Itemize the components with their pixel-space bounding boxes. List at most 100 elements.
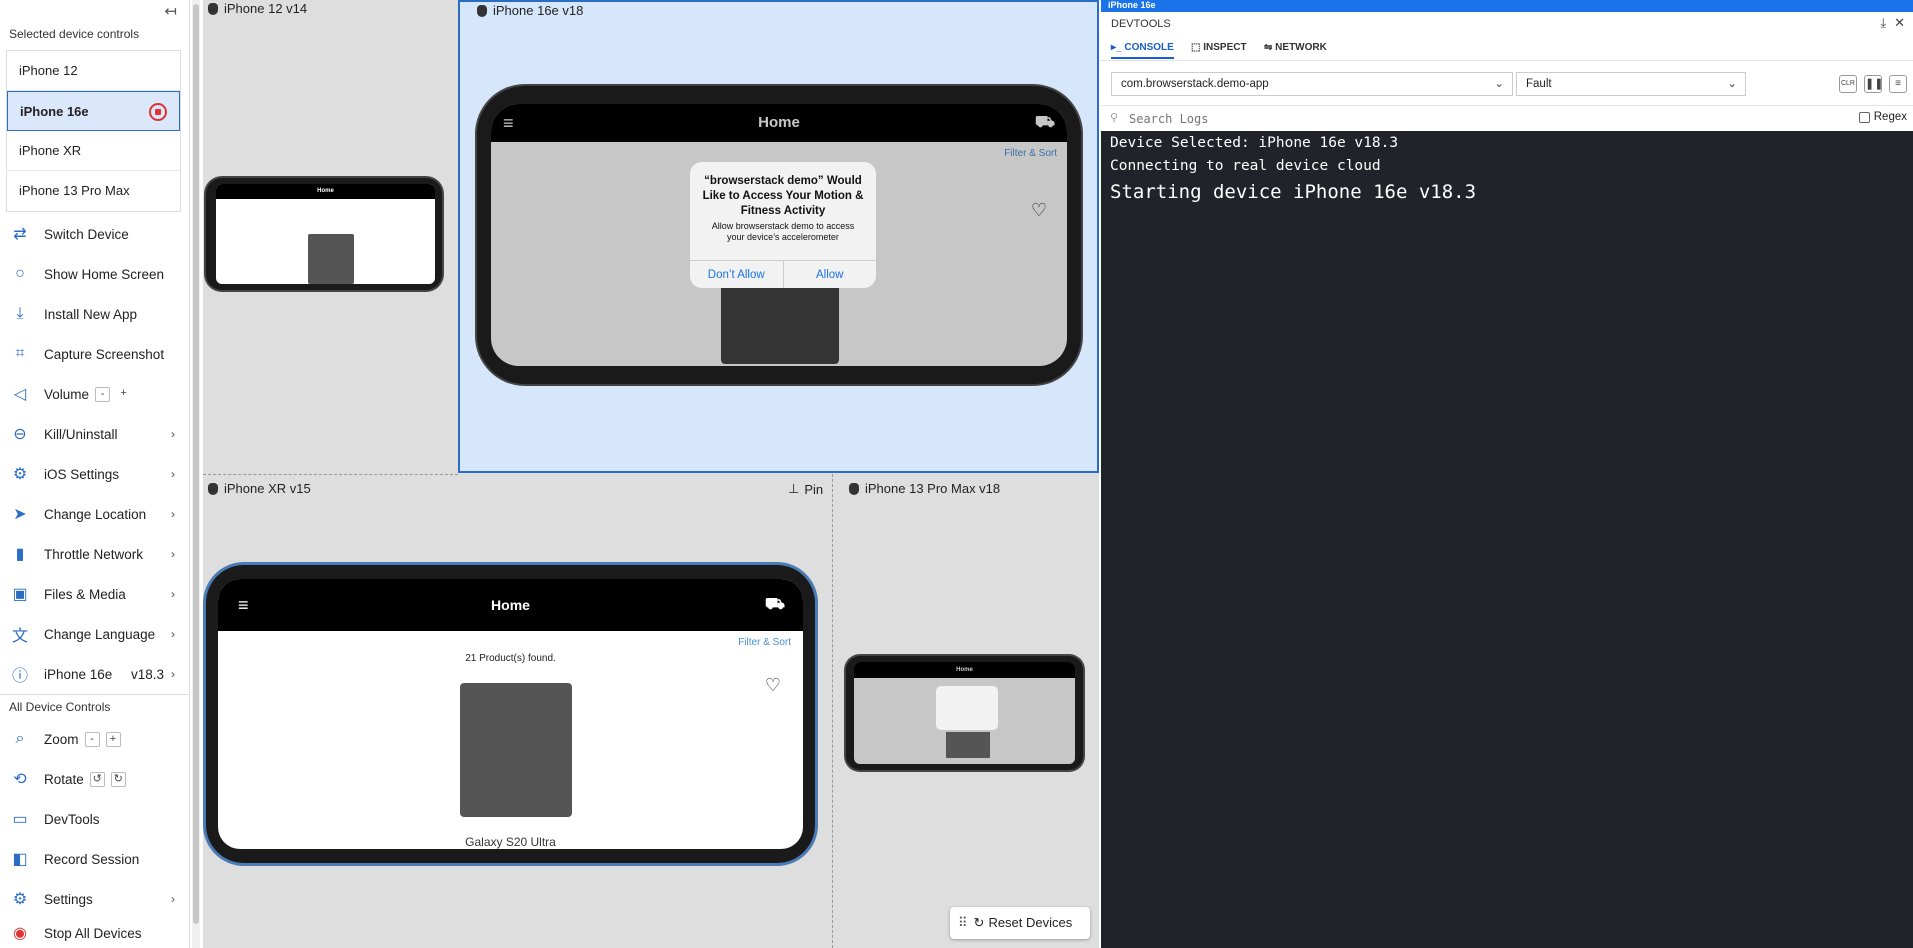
control-label: Capture Screenshot	[44, 346, 165, 362]
close-icon[interactable]: ✕	[1894, 15, 1905, 30]
regex-toggle[interactable]: Regex	[1858, 111, 1907, 123]
pin-button[interactable]: ⊥ Pin	[788, 481, 823, 497]
product-image	[946, 732, 990, 758]
stop-device-icon[interactable]	[149, 103, 167, 121]
dock-icon[interactable]: ⤓	[1880, 15, 1886, 30]
clear-logs-button[interactable]: CLR	[1839, 75, 1857, 93]
log-line: Starting device iPhone 16e v18.3	[1110, 181, 1477, 203]
device-grid: iPhone 12 v14 Home iPhone 16e v18 Home ≡ ⛟…	[203, 0, 1099, 948]
device-screen[interactable]: Home ≡ ⛟ Filter & Sort 21 Product(s) found…	[218, 579, 803, 849]
image-icon: ▣	[12, 586, 28, 603]
device-item-label: iPhone 16e	[20, 104, 89, 119]
device-screen[interactable]: Home	[854, 662, 1075, 764]
tab-network[interactable]: ⇋ NETWORK	[1264, 42, 1327, 53]
info-icon: ⓘ	[11, 668, 28, 685]
signal-bars-icon: ▮	[15, 546, 25, 563]
device-iphone-12[interactable]: Home	[206, 178, 442, 290]
reset-devices-button[interactable]: ⠿ ↻ Reset Devices	[950, 907, 1090, 939]
control-label: Files & Media	[44, 586, 126, 602]
record-session-button[interactable]: ◧ Record Session	[0, 839, 185, 879]
video-icon: ◧	[12, 851, 28, 868]
rotate-control: ⟲ Rotate ↺ ↻	[0, 759, 185, 799]
stop-all-devices-button[interactable]: ◉ Stop All Devices	[0, 913, 185, 948]
device-item-iphone-12[interactable]: iPhone 12	[7, 51, 180, 91]
control-label: Volume	[44, 386, 90, 402]
device-screen[interactable]: Home	[216, 184, 435, 284]
control-label: DevTools	[44, 811, 100, 827]
control-label: Settings	[44, 891, 93, 907]
devtools-button[interactable]: ▭ DevTools	[0, 799, 185, 839]
app-select-value: com.browserstack.demo-app	[1121, 78, 1269, 90]
device-iphone-xr[interactable]: Home ≡ ⛟ Filter & Sort 21 Product(s) found…	[206, 565, 815, 863]
install-new-app-button[interactable]: ⤓ Install New App	[0, 294, 185, 334]
chevron-right-icon: ›	[171, 467, 175, 481]
change-language-button[interactable]: 文 Change Language ›	[0, 614, 185, 654]
alert-body: Allow browserstack demo to access your d…	[711, 221, 855, 242]
cart-icon[interactable]: ⛟	[765, 579, 785, 631]
window-icon: ▭	[12, 811, 28, 828]
console-icon: ▸_	[1111, 42, 1125, 53]
search-logs-input[interactable]	[1129, 109, 1689, 128]
sidebar-scrollbar[interactable]	[192, 0, 200, 948]
apple-icon	[208, 482, 218, 495]
panel-title: iPhone 16e v18	[493, 3, 584, 18]
allow-button[interactable]: Allow	[784, 261, 877, 288]
change-location-button[interactable]: ➤ Change Location ›	[0, 494, 185, 534]
control-label: Rotate	[44, 771, 84, 787]
chevron-right-icon: ›	[171, 667, 175, 681]
filter-sort-link[interactable]: Filter & Sort	[738, 637, 791, 648]
rotate-left-button[interactable]: ↺	[89, 771, 105, 787]
zoom-icon: ⌕	[15, 730, 25, 747]
device-item-iphone-xr[interactable]: iPhone XR	[7, 131, 180, 171]
drag-handle-icon: ⠿	[958, 915, 968, 930]
ios-settings-button[interactable]: ⚙ iOS Settings ›	[0, 454, 185, 494]
dont-allow-button[interactable]: Don’t Allow	[690, 261, 784, 288]
kill-uninstall-button[interactable]: ⊖ Kill/Uninstall ›	[0, 414, 185, 454]
switch-device-button[interactable]: ⇄ Switch Device	[0, 214, 185, 254]
device-iphone-16e[interactable]: Home ≡ ⛟ Filter & Sort ♡ “browserstack dem…	[477, 86, 1081, 384]
device-item-iphone-13-pro-max[interactable]: iPhone 13 Pro Max	[7, 171, 180, 211]
device-screen[interactable]: Home ≡ ⛟ Filter & Sort ♡ “browserstack dem…	[491, 104, 1067, 366]
zoom-out-button[interactable]: -	[84, 731, 100, 747]
rotate-right-button[interactable]: ↻	[110, 771, 126, 787]
panel-divider	[203, 474, 458, 475]
volume-up-button[interactable]: +	[116, 387, 131, 402]
selected-device-controls-title: Selected device controls	[9, 27, 140, 41]
files-media-button[interactable]: ▣ Files & Media ›	[0, 574, 185, 614]
control-label: Record Session	[44, 851, 140, 867]
apple-icon	[849, 482, 859, 495]
app-select[interactable]: com.browserstack.demo-app ⌄	[1111, 72, 1513, 96]
tab-console[interactable]: ▸_ CONSOLE	[1111, 42, 1174, 59]
zoom-in-button[interactable]: +	[105, 731, 121, 747]
pause-button[interactable]: ❚❚	[1864, 75, 1883, 93]
sidebar: ↤ Selected device controls iPhone 12 iPh…	[0, 0, 190, 948]
device-item-iphone-16e[interactable]: iPhone 16e	[7, 91, 180, 131]
wrap-lines-button[interactable]: ≡	[1889, 75, 1907, 93]
device-info-button[interactable]: ⓘ iPhone 16e v18.3 ›	[0, 654, 185, 694]
tab-label: CONSOLE	[1124, 42, 1174, 53]
capture-screenshot-button[interactable]: ⌗ Capture Screenshot	[0, 334, 185, 374]
device-iphone-13-pro-max[interactable]: Home	[846, 656, 1083, 770]
tab-label: NETWORK	[1275, 42, 1327, 53]
all-device-controls-title: All Device Controls	[9, 700, 111, 714]
collapse-sidebar-icon[interactable]: ↤	[164, 2, 177, 20]
tab-inspect[interactable]: ⬚ INSPECT	[1191, 42, 1247, 53]
chevron-right-icon: ›	[171, 507, 175, 521]
throttle-network-button[interactable]: ▮ Throttle Network ›	[0, 534, 185, 574]
panel-label-iphone-16e: iPhone 16e v18	[477, 3, 583, 18]
chevron-right-icon: ›	[171, 427, 175, 441]
log-line: Device Selected: iPhone 16e v18.3	[1110, 135, 1399, 151]
regex-checkbox[interactable]	[1858, 111, 1870, 123]
location-arrow-icon: ➤	[13, 506, 27, 523]
menu-icon[interactable]: ≡	[238, 579, 249, 631]
heart-icon[interactable]: ♡	[765, 675, 781, 696]
volume-down-button[interactable]: -	[95, 386, 111, 402]
permission-alert: “browserstack demo” Would Like to Access…	[690, 162, 876, 288]
devtools-title: DEVTOOLS	[1111, 18, 1171, 30]
control-label: Zoom	[44, 731, 79, 747]
show-home-screen-button[interactable]: ○ Show Home Screen	[0, 254, 185, 294]
stop-circle-icon: ◉	[13, 925, 27, 942]
log-level-value: Fault	[1526, 78, 1552, 90]
log-level-select[interactable]: Fault ⌄	[1516, 72, 1746, 96]
network-icon: ⇋	[1264, 42, 1276, 53]
